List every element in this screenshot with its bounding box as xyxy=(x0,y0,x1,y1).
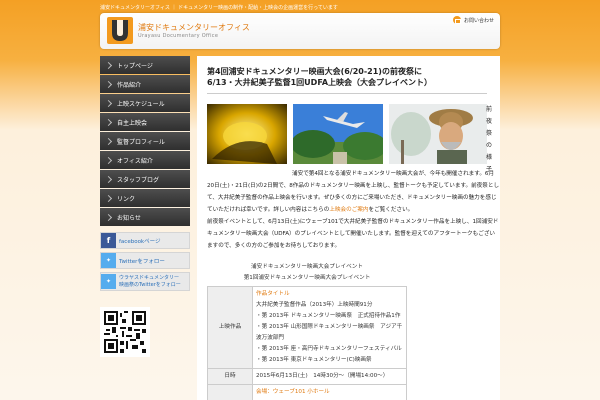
sidebar-item-label: 自主上映会 xyxy=(117,119,148,127)
post-body: 浦安で第4回となる浦安ドキュメンタリー映画大会が、今年も開催されます。6月20日… xyxy=(207,168,500,252)
sidebar-item-label: トップページ xyxy=(117,62,153,70)
table-row: 上映作品 作品タイトル 大井紀美子監督作品（2013年）上映時間91分 ・第 2… xyxy=(207,286,407,369)
event-heading-2: 第1回浦安ドキュメンタリー映画大会プレイベント xyxy=(243,275,371,281)
twitter-follow-button[interactable]: ✦ Twitterをフォロー xyxy=(100,252,190,269)
post-title-line1: 第4回浦安ドキュメンタリー映画大会(6/20-21)の前夜祭に xyxy=(207,67,422,76)
sidebar-item-label: お知らせ xyxy=(117,214,141,222)
twitter-icon: ✦ xyxy=(101,253,116,268)
director-photo[interactable] xyxy=(389,104,487,164)
top-banner-text: 浦安ドキュメンタリーオフィス ｜ ドキュメンタリー映画の制作・配給・上映会の企画… xyxy=(100,5,338,11)
twitter-festival-button[interactable]: ✦ ウラヤスドキュメンタリー 映画祭のTwitterをフォロー xyxy=(100,272,190,291)
facebook-label: facebookページ xyxy=(119,238,161,245)
sidebar-item-links[interactable]: リンク xyxy=(100,189,190,207)
chevron-right-icon xyxy=(104,175,113,183)
sidebar-item-profile[interactable]: 監督プロフィール xyxy=(100,132,190,150)
event-heading-1: 浦安ドキュメンタリー映画大会プレイベント xyxy=(251,264,363,270)
chevron-right-icon xyxy=(104,213,113,221)
table-value: 会場：ウェーブ101 小ホール xyxy=(252,384,407,400)
photo-strip xyxy=(207,104,497,164)
sidebar-item-label: 上映スケジュール xyxy=(117,100,165,108)
chevron-right-icon xyxy=(104,194,113,202)
table-line: ・第 2013年 座・高円寺ドキュメンタリーフェスティバル xyxy=(256,346,402,352)
sidebar-item-schedule[interactable]: 上映スケジュール xyxy=(100,94,190,112)
table-label: 上映作品 xyxy=(207,286,253,369)
sidebar-item-label: 作品紹介 xyxy=(117,81,142,89)
sidebar-item-label: スタッフブログ xyxy=(117,176,160,184)
title-divider xyxy=(207,93,487,94)
info-link[interactable]: 上映会のご案内 xyxy=(329,207,368,213)
twitter2-line2: 映画祭のTwitterをフォロー xyxy=(119,281,181,288)
table-line: ・第 2013年 山形国際ドキュメンタリー映画祭 アジア千波万波部門 xyxy=(256,324,403,341)
facebook-button[interactable]: f facebookページ xyxy=(100,232,190,249)
chevron-right-icon xyxy=(104,80,113,88)
contact-label: お問い合わせ xyxy=(463,17,494,24)
twitter2-line1: ウラヤスドキュメンタリー xyxy=(119,275,180,281)
table-line: ・第 2013年 ドキュメンタリー映画祭 正式招待作品1作 xyxy=(256,313,401,319)
chevron-right-icon xyxy=(104,118,113,126)
sidebar-item-label: 監督プロフィール xyxy=(117,138,165,146)
chevron-right-icon xyxy=(104,137,113,145)
event-heading: 浦安ドキュメンタリー映画大会プレイベント 第1回浦安ドキュメンタリー映画大会プレ… xyxy=(207,262,407,284)
film-title-link[interactable]: 作品タイトル xyxy=(256,291,290,297)
post-title: 第4回浦安ドキュメンタリー映画大会(6/20-21)の前夜祭に 6/13・大井紀… xyxy=(197,56,500,88)
table-line: ・第 2013年 東京ドキュメンタリー(C)映画祭 xyxy=(256,357,372,363)
table-value: 2015年6月13日(土) 14時30分〜（開場14:00〜） xyxy=(252,368,407,385)
table-label xyxy=(207,384,253,400)
main-content: 第4回浦安ドキュメンタリー映画大会(6/20-21)の前夜祭に 6/13・大井紀… xyxy=(197,56,500,400)
airplane-photo[interactable] xyxy=(293,104,383,164)
twitter-icon: ✦ xyxy=(101,274,116,289)
post-paragraph-1-tail: をご覧ください。 xyxy=(368,207,414,213)
table-label: 日時 xyxy=(207,368,253,385)
sidebar: トップページ 作品紹介 上映スケジュール 自主上映会 監督プロフィール オフィス… xyxy=(100,56,190,357)
facebook-icon: f xyxy=(101,233,116,248)
table-row: 日時 2015年6月13日(土) 14時30分〜（開場14:00〜） xyxy=(207,368,407,385)
chevron-right-icon xyxy=(104,156,113,164)
qr-code-icon xyxy=(100,307,150,357)
post-paragraph-2: 前夜祭イベントとして、6月13日(土)にウェーブ101で大井紀美子監督のドキュメ… xyxy=(207,219,499,249)
twitter-label: Twitterをフォロー xyxy=(119,258,165,265)
site-header: 浦安ドキュメンタリーオフィス Urayasu Documentary Offic… xyxy=(100,13,500,49)
sidebar-item-news[interactable]: お知らせ xyxy=(100,208,190,226)
sidebar-item-label: オフィス紹介 xyxy=(117,157,153,165)
site-subtitle: Urayasu Documentary Office xyxy=(138,33,219,39)
mail-icon xyxy=(452,16,461,24)
event-info-table: 上映作品 作品タイトル 大井紀美子監督作品（2013年）上映時間91分 ・第 2… xyxy=(207,286,407,400)
sidebar-item-screening[interactable]: 自主上映会 xyxy=(100,113,190,131)
logo-u-icon[interactable] xyxy=(107,17,133,44)
film-photo[interactable] xyxy=(207,104,287,164)
chevron-right-icon xyxy=(104,61,113,69)
venue-link[interactable]: 会場：ウェーブ101 小ホール xyxy=(256,389,330,395)
table-row: 会場：ウェーブ101 小ホール xyxy=(207,384,407,400)
vertical-caption: 前夜祭の様子 xyxy=(485,106,492,173)
table-value: 作品タイトル 大井紀美子監督作品（2013年）上映時間91分 ・第 2013年 … xyxy=(252,286,407,369)
chevron-right-icon xyxy=(104,99,113,107)
sidebar-item-office[interactable]: オフィス紹介 xyxy=(100,151,190,169)
sidebar-item-label: リンク xyxy=(117,195,136,203)
post-title-line2: 6/13・大井紀美子監督1回UDFA上映会（大会プレイベント） xyxy=(207,78,433,87)
sidebar-item-blog[interactable]: スタッフブログ xyxy=(100,170,190,188)
site-title[interactable]: 浦安ドキュメンタリーオフィス xyxy=(138,22,250,33)
sidebar-item-top[interactable]: トップページ xyxy=(100,56,190,74)
contact-link[interactable]: お問い合わせ xyxy=(452,16,494,24)
sidebar-item-works[interactable]: 作品紹介 xyxy=(100,75,190,93)
table-line: 大井紀美子監督作品（2013年）上映時間91分 xyxy=(256,302,373,308)
